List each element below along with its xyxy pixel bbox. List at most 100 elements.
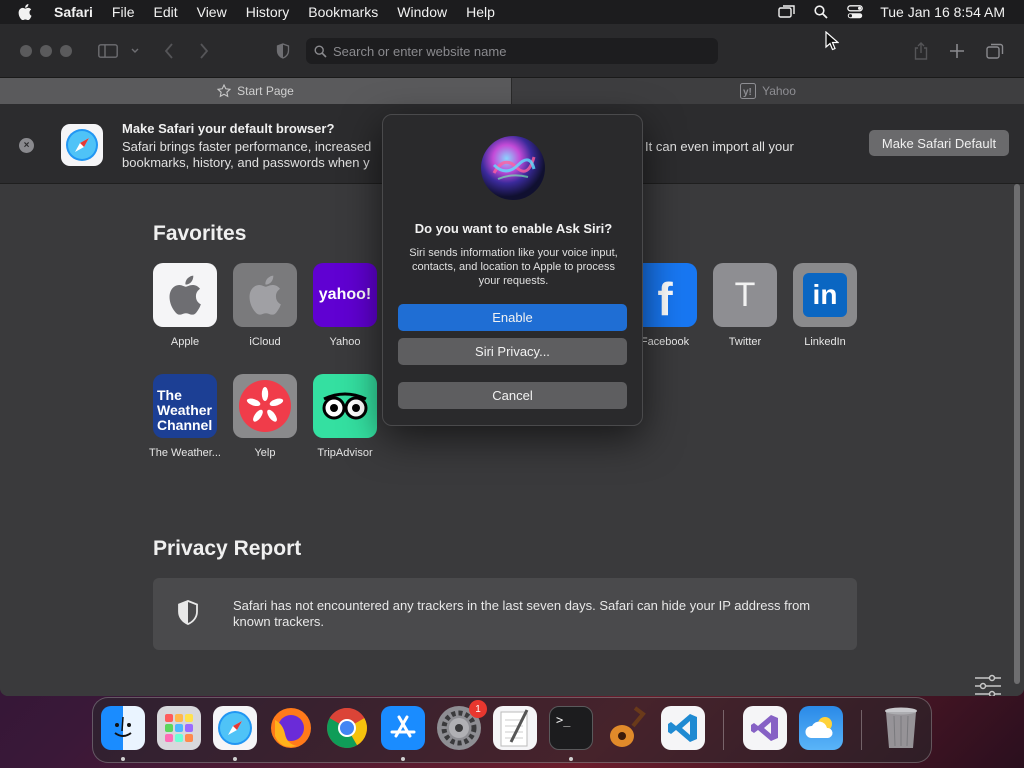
favorite-label: LinkedIn: [804, 336, 846, 348]
menu-window[interactable]: Window: [397, 4, 447, 20]
facebook-logo-text: f: [657, 273, 673, 325]
weather-channel-logo-text: The Weather Channel: [157, 387, 213, 433]
app-store-icon[interactable]: [381, 706, 425, 750]
favorite-linkedin[interactable]: in LinkedIn: [785, 263, 865, 349]
yahoo-logo-text: yahoo!: [318, 286, 372, 303]
tab-yahoo[interactable]: y! Yahoo: [512, 78, 1024, 104]
close-window-button[interactable]: [20, 45, 32, 57]
back-icon[interactable]: [160, 41, 178, 61]
address-input[interactable]: [333, 43, 713, 59]
weather-channel-logo-icon: The Weather Channel: [153, 374, 217, 438]
dialog-message: Siri sends information like your voice i…: [409, 247, 618, 287]
textedit-icon[interactable]: [493, 706, 537, 750]
yahoo-logo-icon: yahoo!: [313, 263, 377, 327]
menu-clock[interactable]: Tue Jan 16 8:54 AM: [880, 4, 1005, 20]
privacy-report-text: Safari has not encountered any trackers …: [233, 598, 811, 629]
apple-menu-icon[interactable]: [18, 4, 38, 20]
finder-running-dot: [121, 757, 125, 761]
privacy-shield-icon[interactable]: [274, 41, 292, 61]
safari-dock-icon[interactable]: [213, 706, 257, 750]
page-scrollbar[interactable]: [1014, 184, 1020, 684]
banner-text-right: It can even import all your: [645, 139, 794, 154]
search-icon: [314, 44, 327, 58]
svg-text:y!: y!: [743, 87, 752, 98]
finder-icon[interactable]: [101, 706, 145, 750]
dock-separator: [861, 710, 862, 750]
vscode-icon[interactable]: [661, 706, 705, 750]
tab-label: Start Page: [237, 84, 294, 98]
favorite-yelp[interactable]: Yelp: [225, 374, 305, 460]
firefox-icon[interactable]: [269, 706, 313, 750]
garageband-icon[interactable]: [605, 706, 649, 750]
app-store-running-dot: [401, 757, 405, 761]
minimize-window-button[interactable]: [40, 45, 52, 57]
new-tab-plus-icon[interactable]: [948, 41, 966, 61]
tab-bar: Start Page y! Yahoo: [0, 78, 1024, 104]
customize-sliders-icon[interactable]: [974, 674, 1002, 696]
siri-orb-icon: [480, 135, 546, 201]
favorite-yahoo[interactable]: yahoo! Yahoo: [305, 263, 385, 349]
launchpad-icon[interactable]: [157, 706, 201, 750]
terminal-prompt-text: >_: [556, 713, 571, 727]
icloud-logo-icon: [233, 263, 297, 327]
favorite-tripadvisor[interactable]: TripAdvisor: [305, 374, 385, 460]
tripadvisor-logo-icon: [313, 374, 377, 438]
favorite-icloud[interactable]: iCloud: [225, 263, 305, 349]
tab-overview-icon[interactable]: [985, 41, 1005, 61]
menu-view[interactable]: View: [197, 4, 227, 20]
star-icon: [217, 84, 232, 98]
dock-separator: [723, 710, 724, 750]
make-default-button[interactable]: Make Safari Default: [869, 130, 1009, 156]
close-icon[interactable]: ×: [19, 138, 34, 153]
terminal-icon[interactable]: >_: [549, 706, 593, 750]
yahoo-favicon-icon: y!: [740, 83, 757, 99]
favorite-label: The Weather...: [149, 447, 221, 459]
dialog-title: Do you want to enable Ask Siri?: [414, 221, 613, 236]
shield-icon: [177, 600, 199, 631]
menu-file[interactable]: File: [112, 4, 135, 20]
linkedin-logo-icon: in: [793, 263, 857, 327]
favorite-label: iCloud: [249, 336, 281, 348]
visual-studio-icon[interactable]: [743, 706, 787, 750]
menu-edit[interactable]: Edit: [153, 4, 177, 20]
favorite-label: Yahoo: [329, 336, 361, 348]
address-bar[interactable]: [306, 38, 718, 64]
menu-help[interactable]: Help: [466, 4, 495, 20]
favorite-apple[interactable]: Apple: [145, 263, 225, 349]
toolbar: [0, 24, 1024, 78]
terminal-running-dot: [569, 757, 573, 761]
screen-mirroring-icon[interactable]: [776, 4, 798, 20]
dock: 1 >_: [92, 697, 932, 763]
yelp-logo-icon: [233, 374, 297, 438]
forward-icon[interactable]: [195, 41, 213, 61]
chrome-icon[interactable]: [325, 706, 369, 750]
chevron-down-icon[interactable]: [128, 41, 142, 61]
twitter-monogram-text: T: [734, 275, 756, 314]
favorite-label: Yelp: [254, 447, 276, 459]
mouse-cursor-icon: [825, 30, 840, 56]
zoom-window-button[interactable]: [60, 45, 72, 57]
menu-app-name[interactable]: Safari: [54, 4, 93, 20]
menu-bookmarks[interactable]: Bookmarks: [308, 4, 378, 20]
menu-bar: Safari File Edit View History Bookmarks …: [0, 0, 1024, 24]
control-center-icon[interactable]: [844, 4, 866, 20]
privacy-report-card[interactable]: Safari has not encountered any trackers …: [153, 578, 857, 650]
tab-start-page[interactable]: Start Page: [0, 78, 512, 104]
privacy-report-title: Privacy Report: [153, 537, 302, 560]
siri-privacy-button[interactable]: Siri Privacy...: [398, 338, 627, 365]
favorite-twitter[interactable]: T Twitter: [705, 263, 785, 349]
favorite-label: Twitter: [728, 336, 762, 348]
favorites-title: Favorites: [153, 222, 247, 245]
spotlight-search-icon[interactable]: [810, 4, 832, 20]
favorite-weather-channel[interactable]: The Weather Channel The Weather...: [145, 374, 225, 460]
system-settings-icon[interactable]: 1: [437, 700, 487, 750]
menu-history[interactable]: History: [246, 4, 290, 20]
weather-app-icon[interactable]: [799, 706, 843, 750]
cancel-button[interactable]: Cancel: [398, 382, 627, 409]
safari-logo-icon: [61, 124, 103, 166]
siri-dialog: Do you want to enable Ask Siri? Siri sen…: [382, 114, 643, 426]
share-icon[interactable]: [912, 41, 930, 61]
sidebar-toggle-icon[interactable]: [96, 41, 120, 61]
trash-icon[interactable]: [879, 706, 923, 750]
enable-button[interactable]: Enable: [398, 304, 627, 331]
